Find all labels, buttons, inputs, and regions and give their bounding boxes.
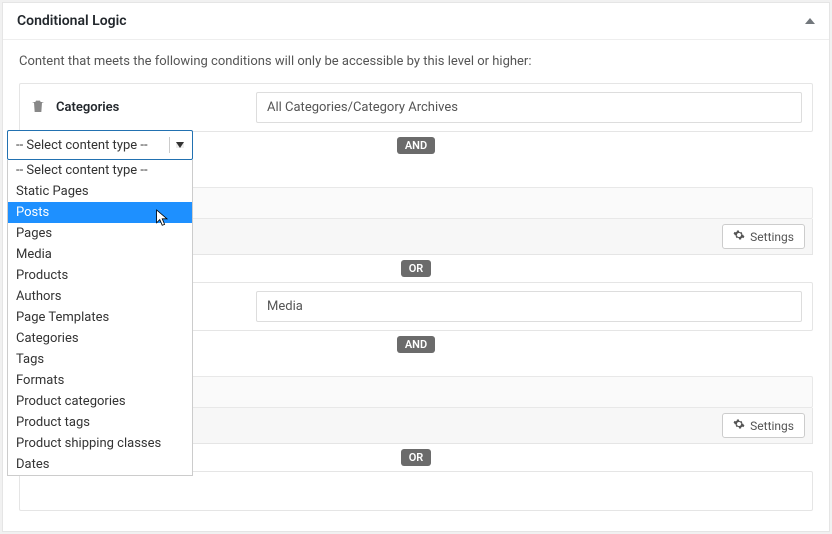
select-option[interactable]: Product categories bbox=[8, 391, 192, 412]
chevron-down-icon bbox=[169, 137, 184, 153]
select-option[interactable]: Authors bbox=[8, 286, 192, 307]
rule-name: Categories bbox=[56, 100, 119, 115]
select-option[interactable]: Formats bbox=[8, 370, 192, 391]
rule-row: Categories All Categories/Category Archi… bbox=[20, 84, 812, 131]
gear-icon bbox=[733, 229, 745, 244]
panel-title: Conditional Logic bbox=[17, 13, 127, 29]
rule-label-area: Categories bbox=[30, 98, 246, 118]
collapse-icon[interactable] bbox=[805, 18, 815, 24]
conditional-logic-panel: Conditional Logic Content that meets the… bbox=[2, 2, 830, 532]
and-badge: AND bbox=[397, 137, 435, 154]
select-option[interactable]: Static Pages bbox=[8, 181, 192, 202]
select-option[interactable]: Page Templates bbox=[8, 307, 192, 328]
rule-value-input[interactable]: Media bbox=[256, 291, 802, 322]
settings-label: Settings bbox=[750, 419, 794, 433]
select-placeholder: -- Select content type -- bbox=[16, 138, 148, 153]
settings-label: Settings bbox=[750, 230, 794, 244]
gear-icon bbox=[733, 418, 745, 433]
select-option[interactable]: Products bbox=[8, 265, 192, 286]
panel-body: Content that meets the following conditi… bbox=[3, 40, 829, 531]
settings-button[interactable]: Settings bbox=[722, 224, 805, 249]
and-badge: AND bbox=[397, 336, 435, 353]
settings-button[interactable]: Settings bbox=[722, 413, 805, 438]
or-badge: OR bbox=[401, 260, 432, 277]
select-option[interactable]: -- Select content type -- bbox=[8, 160, 192, 181]
rule-group: Categories All Categories/Category Archi… bbox=[19, 83, 813, 132]
select-option[interactable]: Tags bbox=[8, 349, 192, 370]
description-text: Content that meets the following conditi… bbox=[19, 54, 813, 69]
trash-icon[interactable] bbox=[30, 98, 46, 118]
select-head[interactable]: -- Select content type -- bbox=[7, 130, 193, 160]
select-option[interactable]: Product tags bbox=[8, 412, 192, 433]
or-badge: OR bbox=[401, 449, 432, 466]
select-option[interactable]: Media bbox=[8, 244, 192, 265]
select-option[interactable]: Posts bbox=[8, 202, 192, 223]
select-option[interactable]: Pages bbox=[8, 223, 192, 244]
rule-group bbox=[19, 471, 813, 511]
select-option[interactable]: Product shipping classes bbox=[8, 433, 192, 454]
select-dropdown: -- Select content type --Static PagesPos… bbox=[7, 160, 193, 476]
select-option[interactable]: Dates bbox=[8, 454, 192, 475]
content-type-select[interactable]: -- Select content type -- -- Select cont… bbox=[7, 130, 193, 476]
select-option[interactable]: Categories bbox=[8, 328, 192, 349]
panel-header: Conditional Logic bbox=[3, 3, 829, 40]
rule-value-input[interactable]: All Categories/Category Archives bbox=[256, 92, 802, 123]
